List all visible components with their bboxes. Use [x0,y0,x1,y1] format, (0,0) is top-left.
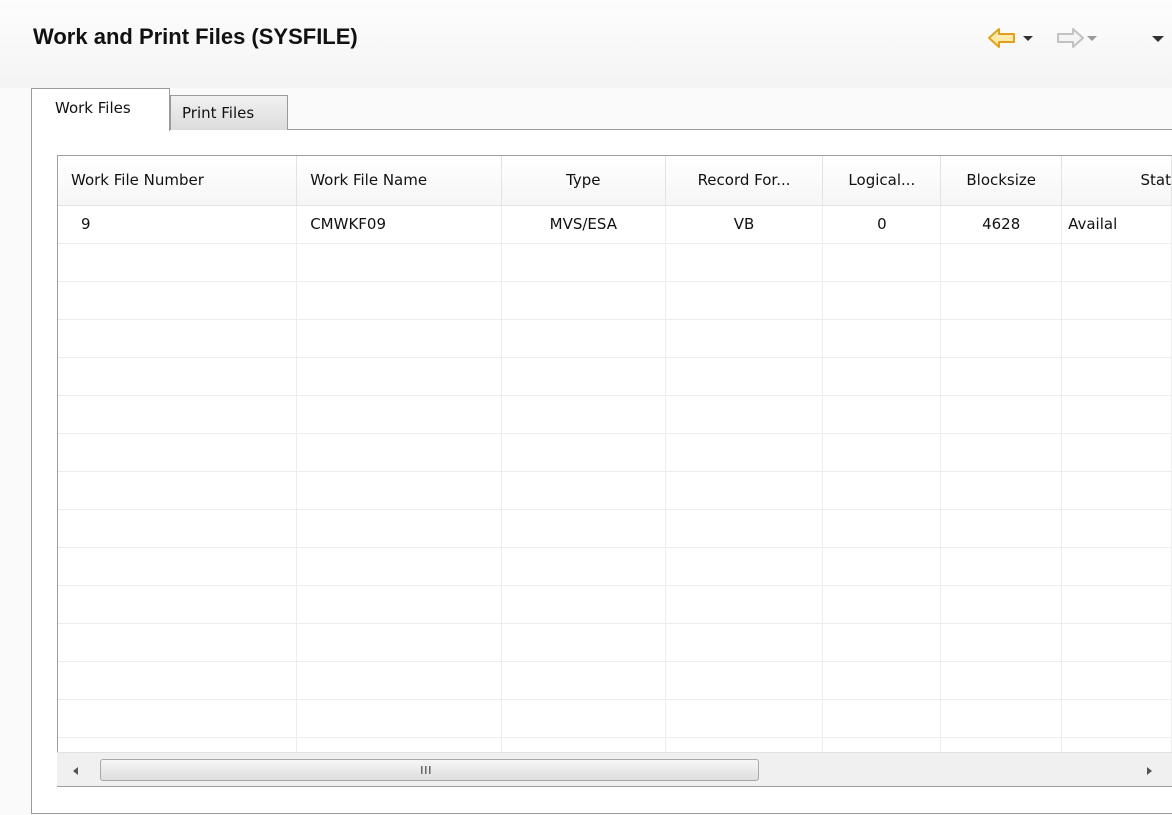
back-arrow-icon [988,28,1015,48]
column-header-work-file-name[interactable]: Work File Name [296,156,502,206]
horizontal-scrollbar[interactable] [57,752,1172,786]
back-button[interactable] [987,26,1023,52]
empty-row [58,281,1172,320]
column-header-blocksize[interactable]: Blocksize [940,156,1063,206]
table-row[interactable]: 9 CMWKF09 MVS/ESA VB 0 4628 Availal [58,205,1172,244]
empty-row [58,699,1172,738]
page-title: Work and Print Files (SYSFILE) [33,24,358,49]
column-header-type[interactable]: Type [501,156,666,206]
empty-row [58,357,1172,396]
dropdown-arrow-icon [1087,36,1097,41]
table-header-row: Work File Number Work File Name Type Rec… [58,156,1172,206]
empty-row [58,509,1172,548]
cell-type: MVS/ESA [501,205,666,244]
dropdown-arrow-icon [1023,36,1033,41]
empty-row [58,243,1172,282]
empty-row [58,395,1172,434]
tab-print-files[interactable]: Print Files [170,95,288,130]
grip-icon [421,766,431,774]
empty-row [58,547,1172,586]
forward-history-dropdown[interactable] [1085,26,1103,52]
view-header: Work and Print Files (SYSFILE) [0,0,1172,88]
scroll-left-arrow-icon [73,767,78,775]
column-header-status[interactable]: Stat [1061,156,1172,206]
cell-work-file-number: 9 [58,205,298,244]
empty-row [58,319,1172,358]
empty-row [58,623,1172,662]
cell-logical: 0 [822,205,942,244]
view-menu-button[interactable] [1150,26,1170,52]
empty-row [58,471,1172,510]
empty-row [58,661,1172,700]
scroll-left-button[interactable] [69,763,83,777]
column-header-work-file-number[interactable]: Work File Number [58,156,298,206]
scroll-right-button[interactable] [1142,763,1156,777]
cell-record-format: VB [665,205,824,244]
tab-work-files[interactable]: Work Files [31,88,170,131]
cell-blocksize: 4628 [940,205,1063,244]
forward-button[interactable] [1055,26,1085,52]
empty-row [58,433,1172,472]
work-files-grid: Work File Number Work File Name Type Rec… [58,156,1172,776]
back-history-dropdown[interactable] [1021,26,1039,52]
column-header-record-format[interactable]: Record For... [665,156,824,206]
work-files-table: Work File Number Work File Name Type Rec… [57,155,1172,787]
scroll-right-arrow-icon [1147,767,1152,775]
cell-work-file-name: CMWKF09 [296,205,502,244]
scrollbar-thumb[interactable] [100,759,759,781]
forward-arrow-icon [1057,28,1084,48]
view-menu-icon [1152,36,1164,42]
empty-row [58,585,1172,624]
cell-status: Availal [1061,205,1172,244]
column-header-logical[interactable]: Logical... [822,156,942,206]
